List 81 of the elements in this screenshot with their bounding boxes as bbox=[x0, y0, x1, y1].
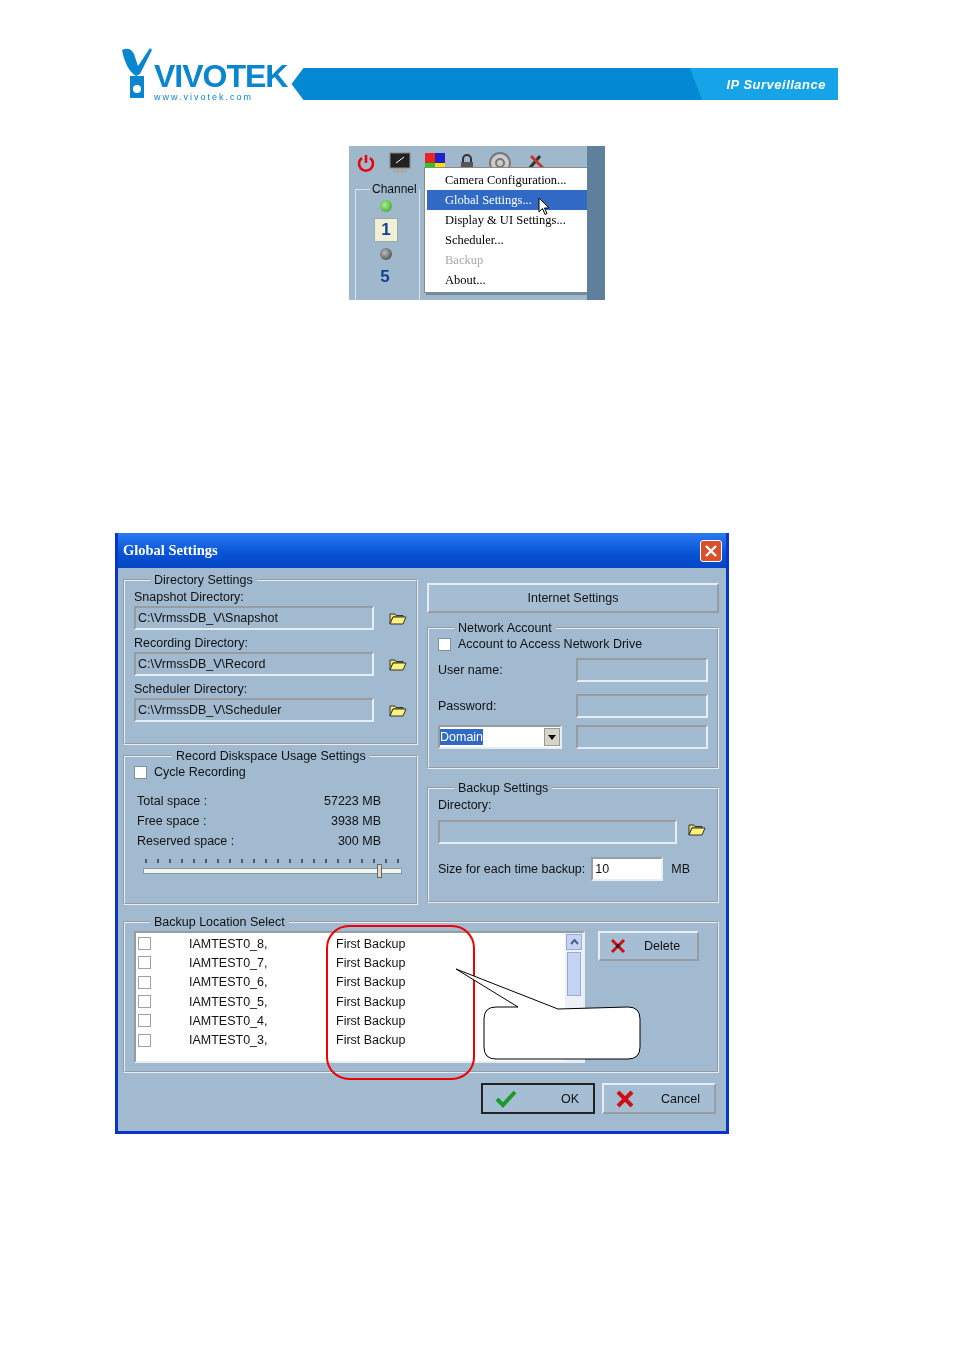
field-label: Directory: bbox=[438, 797, 493, 814]
list-item-name: IAMTEST0_7, bbox=[189, 955, 269, 970]
list-item-note: First Backup bbox=[336, 955, 406, 970]
menu-item[interactable]: Global Settings... bbox=[427, 190, 587, 210]
stat-value: 3938 MB bbox=[330, 813, 381, 830]
list-item-note: First Backup bbox=[336, 994, 406, 1009]
field-label: Snapshot Directory: bbox=[134, 589, 245, 606]
tagline: IP Surveillance bbox=[726, 76, 826, 92]
list-item-name: IAMTEST0_4, bbox=[189, 1013, 269, 1028]
group-legend: Backup Location Select bbox=[150, 915, 289, 929]
folder-icon[interactable] bbox=[688, 822, 706, 836]
checkbox[interactable] bbox=[438, 637, 451, 651]
scroll-up-icon bbox=[569, 939, 579, 945]
checkbox-label: Account to Access Network Drive bbox=[458, 637, 643, 651]
list-item-note: First Backup bbox=[336, 1013, 406, 1028]
group-legend: Directory Settings bbox=[150, 573, 257, 587]
ok-button[interactable]: OK bbox=[481, 1083, 595, 1114]
unit-label: MB bbox=[671, 862, 691, 876]
input-field[interactable]: C:\VrmssDB_V\Snapshot bbox=[134, 606, 374, 630]
checkbox[interactable] bbox=[138, 1014, 151, 1028]
folder-icon[interactable] bbox=[389, 611, 407, 625]
field-label: User name: bbox=[438, 663, 503, 677]
stat-value: 57223 MB bbox=[324, 793, 381, 810]
list-item-note: First Backup bbox=[336, 1033, 406, 1048]
delete-button[interactable]: Delete bbox=[598, 931, 699, 961]
input-field[interactable] bbox=[438, 820, 677, 844]
x-icon bbox=[610, 938, 626, 954]
field-label: Recording Directory: bbox=[134, 635, 249, 652]
cancel-button[interactable]: Cancel bbox=[602, 1083, 716, 1114]
field-label: Scheduler Directory: bbox=[134, 681, 249, 698]
list-item-note: First Backup bbox=[336, 936, 406, 951]
checkbox[interactable] bbox=[138, 937, 151, 951]
stat-label: Free space : bbox=[137, 813, 207, 830]
group-legend: Network Account bbox=[454, 621, 556, 635]
input-field[interactable] bbox=[576, 658, 708, 682]
stat-value: 300 MB bbox=[337, 833, 381, 850]
check-icon bbox=[495, 1089, 517, 1108]
close-button[interactable] bbox=[700, 539, 722, 562]
checkbox[interactable] bbox=[138, 956, 151, 970]
logo-url: www.vivotek.com bbox=[154, 92, 255, 102]
menu-item[interactable]: Camera Configuration... bbox=[427, 170, 587, 190]
list-item-name: IAMTEST0_6, bbox=[189, 975, 269, 990]
checkbox-label: Cycle Recording bbox=[154, 765, 246, 779]
x-icon bbox=[616, 1089, 634, 1108]
cursor-icon bbox=[538, 197, 550, 216]
list-item-note: First Backup bbox=[336, 975, 406, 990]
list-item-name: IAMTEST0_3, bbox=[189, 1033, 269, 1048]
input-field[interactable]: C:\VrmssDB_V\Record bbox=[134, 652, 374, 676]
internet-settings-button[interactable]: Internet Settings bbox=[427, 583, 719, 613]
checkbox[interactable] bbox=[138, 975, 151, 989]
input-field[interactable] bbox=[576, 725, 708, 749]
group-legend: Record Diskspace Usage Settings bbox=[172, 749, 370, 763]
channel-number[interactable]: 1 bbox=[374, 218, 398, 242]
stat-label: Reserved space : bbox=[137, 833, 235, 850]
folder-icon[interactable] bbox=[389, 657, 407, 671]
monitor-icon[interactable] bbox=[389, 152, 411, 174]
menu-item[interactable]: About... bbox=[427, 270, 587, 290]
caret-icon bbox=[548, 734, 556, 740]
window-title: Global Settings bbox=[123, 542, 218, 559]
input-field[interactable]: C:\VrmssDB_V\Scheduler bbox=[134, 698, 374, 722]
checkbox[interactable] bbox=[134, 765, 147, 779]
checkbox[interactable] bbox=[138, 995, 151, 1009]
group-legend: Backup Settings bbox=[454, 781, 553, 795]
field-label: Password: bbox=[438, 699, 497, 713]
list-item-name: IAMTEST0_8, bbox=[189, 936, 269, 951]
stat-label: Total space : bbox=[137, 793, 208, 810]
channel-number[interactable]: 5 bbox=[374, 266, 396, 288]
power-icon[interactable] bbox=[357, 154, 375, 172]
logo-wordmark: VIVOTEK bbox=[154, 60, 288, 92]
channel-legend: Channel bbox=[370, 182, 419, 196]
input-field[interactable]: 10 bbox=[591, 857, 664, 881]
menu-item[interactable]: Display & UI Settings... bbox=[427, 210, 587, 230]
slider-thumb[interactable] bbox=[377, 864, 383, 878]
close-icon bbox=[705, 544, 717, 557]
list-item-name: IAMTEST0_5, bbox=[189, 994, 269, 1009]
folder-icon[interactable] bbox=[389, 703, 407, 717]
menu-item[interactable]: Scheduler... bbox=[427, 230, 587, 250]
checkbox[interactable] bbox=[138, 1033, 151, 1047]
domain-dropdown[interactable]: Domain bbox=[438, 725, 562, 749]
field-label: Size for each time backup: bbox=[438, 862, 586, 876]
input-field[interactable] bbox=[576, 694, 708, 718]
